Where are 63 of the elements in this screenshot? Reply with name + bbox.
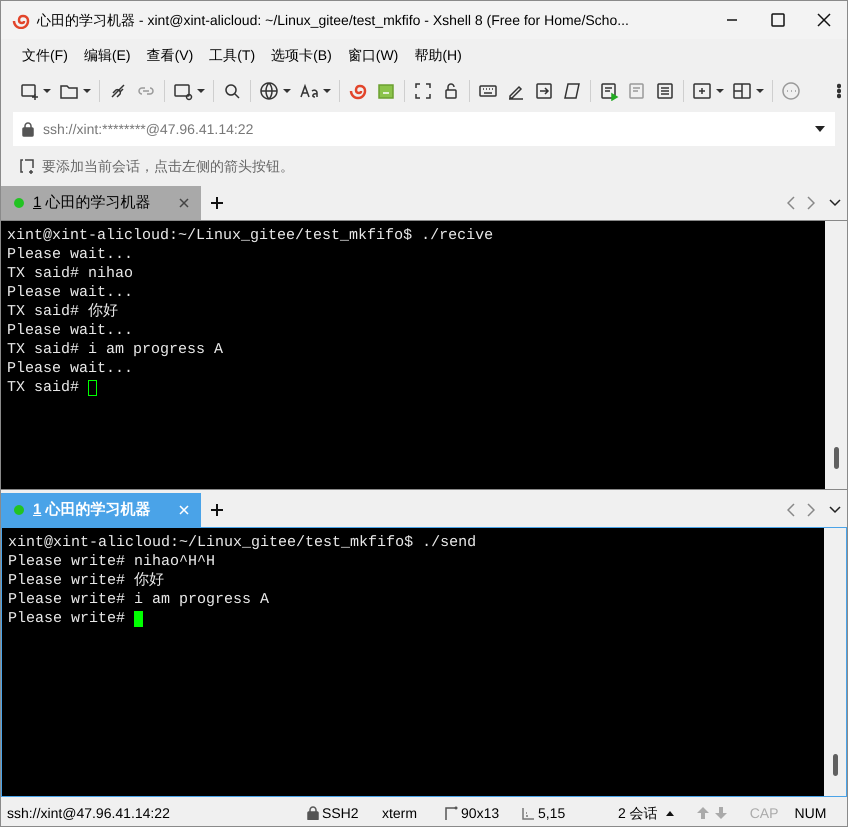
log-icon[interactable] — [599, 81, 619, 101]
scroll-right-icon[interactable] — [807, 503, 815, 517]
status-address: ssh://xint@47.96.41.14:22 — [7, 804, 171, 822]
terminal-line: Please write# i am progress A — [8, 590, 270, 609]
lock-icon — [21, 121, 35, 137]
menu-item[interactable]: 查看(V) — [140, 44, 200, 66]
lock-icon — [307, 806, 319, 820]
address-text: ssh://xint:********@47.96.41.14:22 — [43, 120, 254, 138]
menu-item[interactable]: 帮助(H) — [407, 44, 469, 66]
terminal-line: Please wait... — [7, 245, 134, 264]
add-tab-icon[interactable] — [211, 504, 223, 516]
terminal-line: Please wait... — [7, 359, 134, 378]
layout-icon[interactable] — [732, 81, 752, 101]
terminal-size-icon — [444, 806, 458, 820]
session-count[interactable]: 2 会话 — [618, 802, 658, 824]
terminal-line: TX said# i am progress A — [7, 340, 224, 359]
menu-item[interactable]: 工具(T) — [202, 44, 262, 66]
more-icon[interactable] — [837, 81, 841, 101]
caret-up-icon[interactable] — [666, 810, 674, 816]
session-tab[interactable]: 1 心田的学习机器 — [1, 186, 201, 220]
chevron-down-icon[interactable] — [829, 199, 841, 207]
status-cursor-position: 5,15 — [538, 804, 566, 822]
scroll-right-icon[interactable] — [807, 196, 815, 210]
status-terminal-type: xterm — [382, 804, 418, 822]
window-title: 心田的学习机器 - xint@xint-alicloud: ~/Linux_gitee/test_mkfifo - Xshell 8 (Free for Home/Scho... — [37, 10, 629, 30]
scrollbar-thumb[interactable] — [834, 447, 838, 469]
document-icon[interactable] — [655, 81, 675, 101]
num-lock-indicator: NUM — [794, 804, 826, 822]
new-tab-icon[interactable] — [692, 81, 712, 101]
terminal-line: Please write# — [8, 609, 126, 628]
tab-label: 心田的学习机器 — [45, 500, 150, 520]
terminal-line: TX said# — [7, 378, 80, 397]
terminal-line: Please wait... — [7, 321, 134, 340]
scrollbar-thumb[interactable] — [832, 754, 838, 776]
terminal-line: Please write# 你好 — [8, 571, 164, 590]
hint-text: 要添加当前会话，点击左侧的箭头按钮。 — [42, 156, 294, 176]
terminal-line: xint@xint-alicloud:~/Linux_gitee/test_mkfifo$ ./send — [8, 533, 476, 552]
transfer-icon[interactable] — [534, 81, 554, 101]
globe-icon[interactable] — [259, 81, 279, 101]
scroll-left-icon[interactable] — [787, 196, 795, 210]
scroll-left-icon[interactable] — [787, 503, 795, 517]
terminal-line: xint@xint-alicloud:~/Linux_gitee/test_mkfifo$ ./recive — [7, 226, 494, 245]
tab-number: 1 — [33, 192, 42, 213]
menu-item[interactable]: 编辑(E) — [76, 44, 138, 66]
menu-item[interactable]: 文件(F) — [15, 44, 75, 66]
chevron-down-icon[interactable] — [829, 506, 841, 514]
dropdown-arrow-icon[interactable] — [815, 125, 825, 133]
tab-number: 1 — [33, 500, 42, 520]
address-field[interactable]: ssh://xint:********@47.96.41.14:22 — [13, 112, 835, 146]
status-protocol: SSH2 — [322, 804, 360, 822]
terminal-line: TX said# nihao — [7, 264, 134, 283]
status-terminal-size: 90x13 — [461, 804, 500, 822]
terminal-line: Please write# nihao^H^H — [8, 552, 216, 571]
caps-lock-indicator: CAP — [750, 804, 778, 822]
add-tab-icon[interactable] — [211, 197, 223, 209]
menu-item[interactable]: 窗口(W) — [340, 44, 406, 66]
add-session-icon[interactable] — [19, 158, 37, 174]
terminal-line: TX said# 你好 — [7, 302, 118, 321]
cursor-position-icon — [521, 806, 535, 820]
terminal-line: Please wait... — [7, 283, 134, 302]
tab-label: 心田的学习机器 — [45, 192, 150, 213]
menu-item[interactable]: 选项卡(B) — [264, 44, 339, 66]
fullscreen-icon[interactable] — [413, 81, 433, 101]
